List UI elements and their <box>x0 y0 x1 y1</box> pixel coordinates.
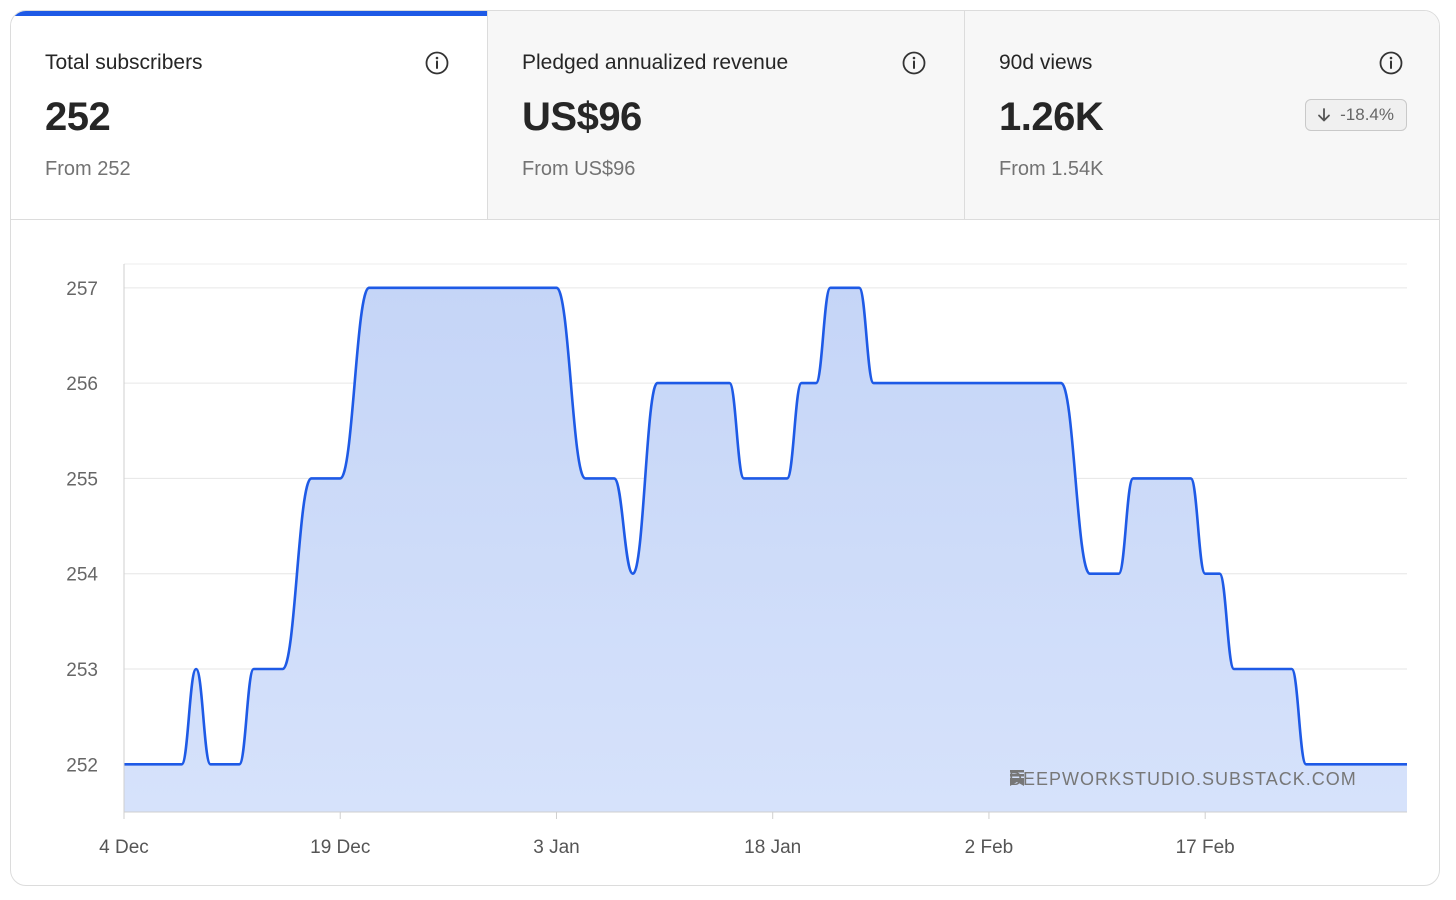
arrow-down-icon <box>1318 108 1331 122</box>
x-tick-label: 2 Feb <box>965 837 1014 858</box>
metric-tabs: Total subscribers 252 From 252 Pledged a… <box>11 11 1439 220</box>
watermark: DEEPWORKSTUDIO.SUBSTACK.COM <box>1009 769 1357 790</box>
metric-label: Pledged annualized revenue <box>522 51 789 74</box>
change-badge: -18.4% <box>1305 99 1407 131</box>
x-tick-label: 17 Feb <box>1176 837 1235 858</box>
y-tick-label: 255 <box>66 469 98 490</box>
y-tick-label: 257 <box>66 279 98 300</box>
info-circle-icon[interactable] <box>1379 51 1403 75</box>
metric-comparison: From 1.54K <box>999 158 1104 180</box>
stats-card: Total subscribers 252 From 252 Pledged a… <box>10 10 1440 886</box>
watermark-text: DEEPWORKSTUDIO.SUBSTACK.COM <box>1009 769 1357 789</box>
info-circle-icon[interactable] <box>425 51 449 75</box>
metric-comparison: From 252 <box>45 158 131 180</box>
metric-value: US$96 <box>522 95 642 139</box>
y-tick-label: 256 <box>66 374 98 395</box>
y-tick-label: 252 <box>66 755 98 776</box>
bookmark-icon <box>1010 770 1024 786</box>
x-tick-label: 3 Jan <box>533 837 579 858</box>
y-tick-label: 254 <box>66 565 98 586</box>
metric-value: 252 <box>45 95 111 139</box>
tab-pledged-revenue[interactable]: Pledged annualized revenue US$96 From US… <box>488 11 965 219</box>
tab-total-subscribers[interactable]: Total subscribers 252 From 252 <box>11 11 488 219</box>
x-tick-label: 19 Dec <box>310 837 370 858</box>
info-circle-icon[interactable] <box>902 51 926 75</box>
metric-label: 90d views <box>999 51 1093 74</box>
x-tick-label: 18 Jan <box>744 837 801 858</box>
x-tick-label: 4 Dec <box>99 837 149 858</box>
subscribers-chart: 252 253 254 255 256 257 4 Dec 19 Dec 3 Jan 18 Jan… <box>11 220 1439 885</box>
y-tick-label: 253 <box>66 660 98 681</box>
metric-value: 1.26K <box>999 95 1104 139</box>
metric-label: Total subscribers <box>45 51 203 74</box>
metric-comparison: From US$96 <box>522 158 636 180</box>
tab-90d-views[interactable]: 90d views 1.26K -18.4% From 1.54K <box>965 11 1439 219</box>
area-fill <box>124 287 1407 812</box>
change-value: -18.4% <box>1340 105 1394 124</box>
active-tab-indicator <box>11 11 487 16</box>
